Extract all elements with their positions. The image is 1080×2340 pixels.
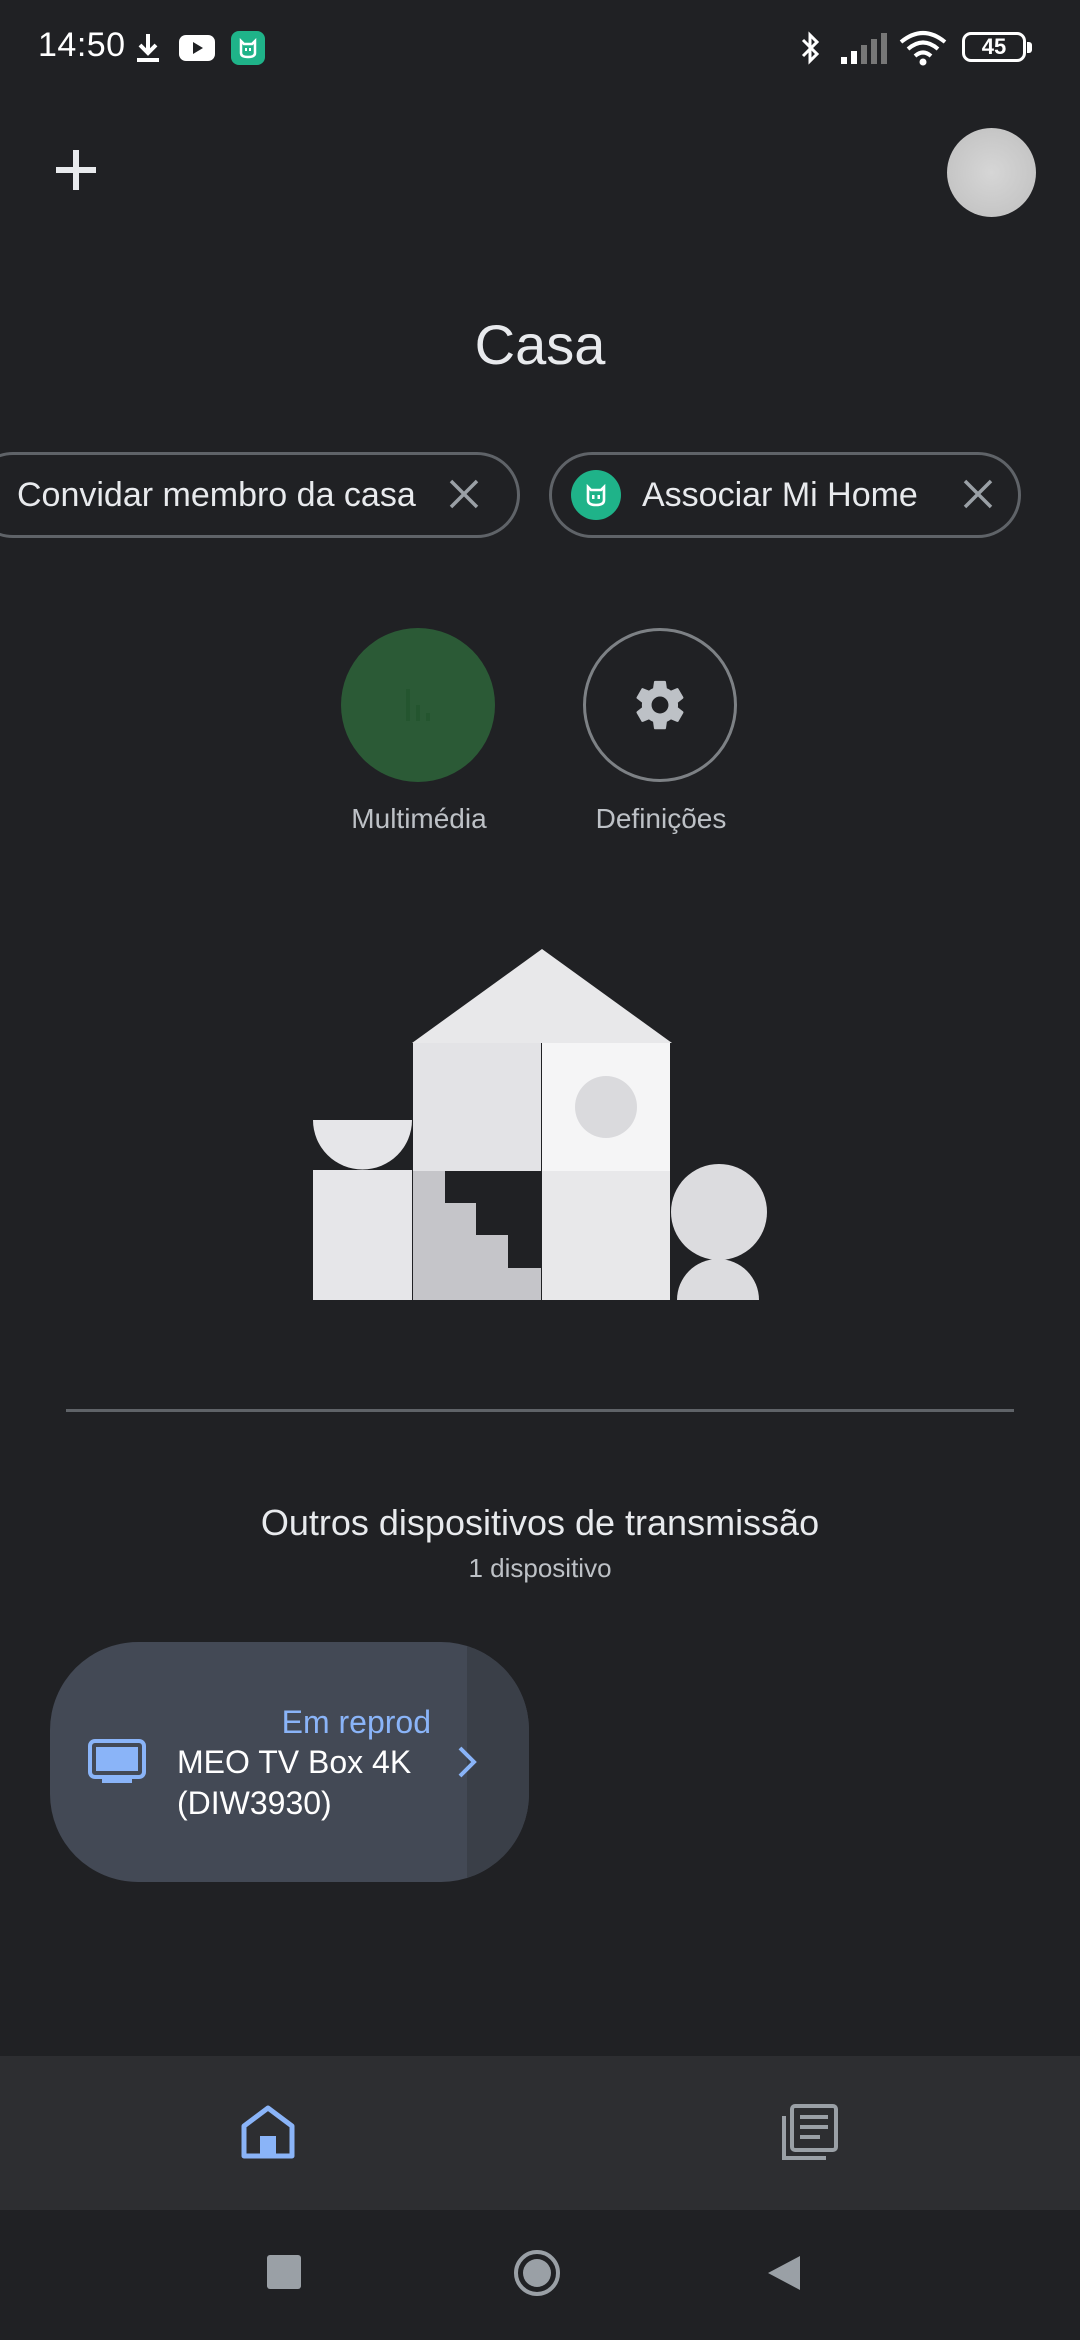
device-status: Em reprod [281, 1704, 431, 1740]
section-count: 1 dispositivo [468, 1553, 612, 1583]
section-divider [66, 1409, 1014, 1412]
media-label: Multimédia [351, 803, 487, 834]
feed-icon [782, 2104, 838, 2160]
bottom-navigation [0, 2056, 1080, 2210]
chevron-right-icon [458, 1746, 477, 1778]
settings-button[interactable] [583, 628, 737, 782]
back-icon[interactable] [766, 2254, 802, 2292]
device-card[interactable]: Em reprod MEO TV Box 4K (DIW3930) [50, 1642, 529, 1882]
account-avatar[interactable] [947, 128, 1036, 217]
home-title: Casa [474, 313, 606, 376]
invite-member-chip[interactable]: Convidar membro da casa [0, 452, 520, 538]
add-button[interactable] [46, 140, 106, 200]
settings-label: Definições [595, 803, 727, 834]
wifi-icon [898, 28, 948, 68]
nav-feed-tab[interactable] [778, 2102, 840, 2164]
status-bar: 14:50 45 [0, 0, 1080, 96]
bluetooth-icon [796, 28, 826, 68]
section-title: Outros dispositivos de transmissão [260, 1502, 820, 1543]
media-icon [406, 689, 430, 721]
gear-icon [636, 680, 684, 730]
download-icon [132, 28, 164, 68]
recents-icon[interactable] [267, 2255, 301, 2289]
screen: 14:50 45 Casa Convidar membro da casa As… [0, 0, 1080, 2340]
mi-home-icon [571, 470, 621, 520]
signal-icon [838, 28, 888, 68]
home-icon [241, 2105, 295, 2159]
close-icon[interactable] [447, 477, 481, 511]
link-mi-home-label: Associar Mi Home [642, 475, 918, 514]
system-navigation-bar [0, 2210, 1080, 2340]
close-icon[interactable] [961, 477, 995, 511]
media-button[interactable] [341, 628, 495, 782]
youtube-icon [178, 28, 216, 68]
device-name: MEO TV Box 4K (DIW3930) [177, 1744, 412, 1821]
link-mi-home-chip[interactable]: Associar Mi Home [549, 452, 1021, 538]
status-time: 14:50 [38, 26, 126, 64]
mi-home-icon [230, 28, 266, 68]
home-illustration [313, 949, 767, 1300]
battery-icon: 45 [962, 32, 1032, 62]
home-system-icon[interactable] [512, 2248, 562, 2298]
nav-home-tab[interactable] [238, 2102, 298, 2162]
tv-icon [88, 1739, 146, 1783]
invite-member-label: Convidar membro da casa [17, 475, 416, 514]
plus-icon [56, 150, 96, 190]
